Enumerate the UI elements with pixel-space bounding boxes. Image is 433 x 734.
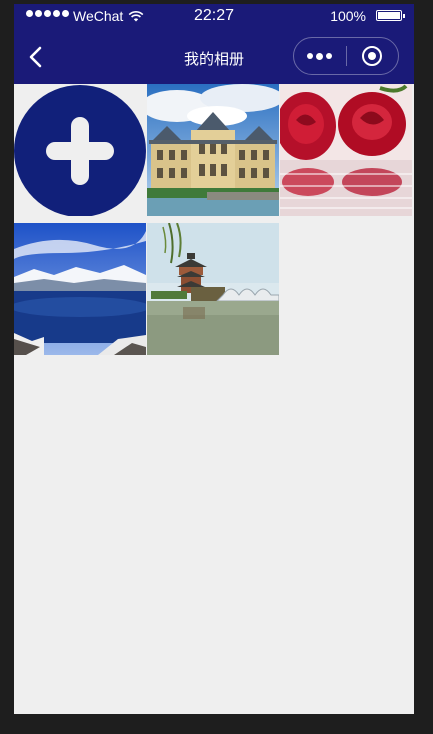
album-photo-lake[interactable]	[14, 223, 146, 355]
more-button[interactable]	[294, 38, 346, 74]
phone-screen: WeChat 22:27 100% 我的相册	[14, 4, 414, 714]
close-button[interactable]	[346, 38, 398, 74]
more-dots-icon	[307, 52, 333, 60]
target-circle-icon	[362, 46, 383, 66]
album-photo-pagoda[interactable]	[147, 223, 279, 355]
plus-icon	[14, 85, 146, 216]
status-bar: WeChat 22:27 100%	[14, 4, 414, 30]
mini-program-capsule	[293, 37, 399, 75]
album-photo-roses[interactable]	[280, 84, 412, 216]
battery-percentage: 100%	[330, 8, 366, 24]
battery-icon	[376, 10, 402, 21]
album-photo-castle[interactable]	[147, 84, 279, 216]
app-header: WeChat 22:27 100% 我的相册	[14, 4, 414, 84]
add-photo-button[interactable]	[14, 84, 146, 216]
navigation-bar: 我的相册	[14, 34, 414, 80]
